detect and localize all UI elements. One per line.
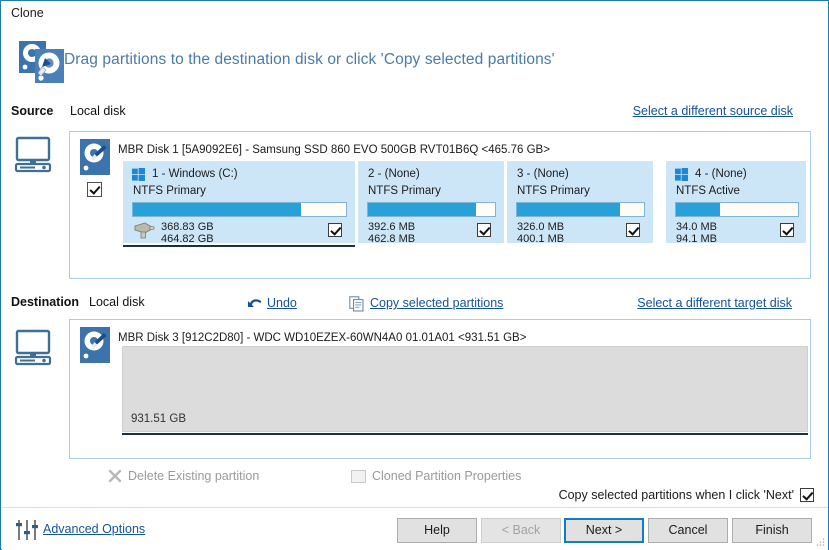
copy-on-next-checkbox[interactable] <box>800 488 814 502</box>
destination-computer-monitor-icon <box>11 328 55 368</box>
partition-3-used: 326.0 MB <box>517 221 564 234</box>
partition-1-checkbox[interactable] <box>328 223 342 237</box>
partition-3-checkbox[interactable] <box>626 223 640 237</box>
plug-icon <box>133 221 155 239</box>
x-mark-icon <box>108 469 122 483</box>
partition-4-total: 94.1 MB <box>676 233 717 246</box>
copy-pages-icon[interactable] <box>349 296 365 312</box>
partition-2-name: 2 - (None) <box>368 168 420 180</box>
destination-disk-space-bar[interactable]: 931.51 GB <box>122 346 808 432</box>
partition-1-usage-fill <box>133 203 301 216</box>
partition-2-filesystem: NTFS Primary <box>368 185 441 197</box>
partition-3-filesystem: NTFS Primary <box>517 185 590 197</box>
partition-1-usage-bar <box>132 202 347 217</box>
partition-3-total: 400.1 MB <box>517 233 564 246</box>
window-title: Clone <box>11 6 44 20</box>
partition-2-used: 392.6 MB <box>368 221 415 234</box>
select-different-source-disk-link[interactable]: Select a different source disk <box>633 104 793 118</box>
partition-4-filesystem: NTFS Active <box>676 185 740 197</box>
partition-1-name: 1 - Windows (C:) <box>152 168 238 180</box>
source-disk-header: MBR Disk 1 [5A9092E6] - Samsung SSD 860 … <box>118 144 550 156</box>
partition-2-checkbox[interactable] <box>477 223 491 237</box>
back-button[interactable]: < Back <box>481 518 561 543</box>
destination-type-label: Local disk <box>89 295 145 309</box>
partition-card-1[interactable]: 1 - Windows (C:) NTFS Primary 368.83 GB … <box>123 161 355 243</box>
copy-on-next-row: Copy selected partitions when I click 'N… <box>559 488 814 502</box>
partition-3-usage-fill <box>517 203 620 216</box>
partition-3-usage-bar <box>516 202 645 217</box>
banner-text: Drag partitions to the destination disk … <box>64 51 555 69</box>
sliders-icon <box>15 519 39 541</box>
help-button[interactable]: Help <box>397 518 477 543</box>
partition-properties-icon <box>351 470 366 483</box>
source-hard-disk-icon <box>80 139 110 175</box>
partition-card-3[interactable]: 3 - (None) NTFS Primary 326.0 MB 400.1 M… <box>507 161 653 243</box>
copy-selected-partitions-link[interactable]: Copy selected partitions <box>370 296 503 310</box>
partition-1-filesystem: NTFS Primary <box>133 185 206 197</box>
partition-card-2[interactable]: 2 - (None) NTFS Primary 392.6 MB 462.8 M… <box>358 161 504 243</box>
copy-on-next-label: Copy selected partitions when I click 'N… <box>559 488 794 502</box>
destination-disk-header: MBR Disk 3 [912C2D80] - WDC WD10EZEX-60W… <box>118 332 526 344</box>
partition-4-usage-bar <box>675 202 799 217</box>
cloned-partition-properties-button[interactable]: Cloned Partition Properties <box>372 469 521 483</box>
source-label: Source <box>11 104 53 118</box>
clone-disks-icon <box>18 39 66 85</box>
partition-4-checkbox[interactable] <box>780 223 794 237</box>
next-button[interactable]: Next > <box>564 518 644 543</box>
destination-header-row: Destination Local disk Undo Copy selecte… <box>1 295 829 315</box>
partition-2-usage-fill <box>368 203 476 216</box>
partition-card-4[interactable]: 4 - (None) NTFS Active 34.0 MB 94.1 MB <box>666 161 806 243</box>
partition-1-selected-indicator <box>123 245 355 247</box>
resize-grip-icon[interactable] <box>815 537 825 547</box>
advanced-options-link[interactable]: Advanced Options <box>43 522 145 536</box>
undo-link[interactable]: Undo <box>267 296 297 310</box>
windows-logo-icon <box>132 168 145 181</box>
clone-wizard-window: Clone Drag partitions to the destination… <box>0 0 829 550</box>
partition-1-total: 464.82 GB <box>161 233 214 246</box>
source-type-label: Local disk <box>70 104 126 118</box>
destination-hard-disk-icon <box>80 327 110 363</box>
destination-label: Destination <box>11 295 79 309</box>
source-header-row: Source Local disk Select a different sou… <box>1 104 829 124</box>
title-bar: Clone <box>1 1 828 27</box>
partition-4-usage-fill <box>676 203 720 216</box>
windows-logo-icon <box>675 168 688 181</box>
source-computer-monitor-icon <box>11 135 55 175</box>
partition-4-name: 4 - (None) <box>695 168 747 180</box>
partition-3-name: 3 - (None) <box>517 168 569 180</box>
destination-selected-indicator <box>122 433 808 435</box>
select-different-target-disk-link[interactable]: Select a different target disk <box>637 296 792 310</box>
source-disk-checkbox[interactable] <box>87 182 102 197</box>
destination-disk-size-label: 931.51 GB <box>131 413 186 425</box>
banner: Drag partitions to the destination disk … <box>2 27 828 97</box>
undo-arrow-icon[interactable] <box>247 297 263 312</box>
partition-4-used: 34.0 MB <box>676 221 717 234</box>
delete-existing-partition-button[interactable]: Delete Existing partition <box>128 469 259 483</box>
partition-1-used: 368.83 GB <box>161 221 214 234</box>
finish-button[interactable]: Finish <box>732 518 812 543</box>
partition-2-total: 462.8 MB <box>368 233 415 246</box>
cancel-button[interactable]: Cancel <box>648 518 728 543</box>
partition-2-usage-bar <box>367 202 496 217</box>
